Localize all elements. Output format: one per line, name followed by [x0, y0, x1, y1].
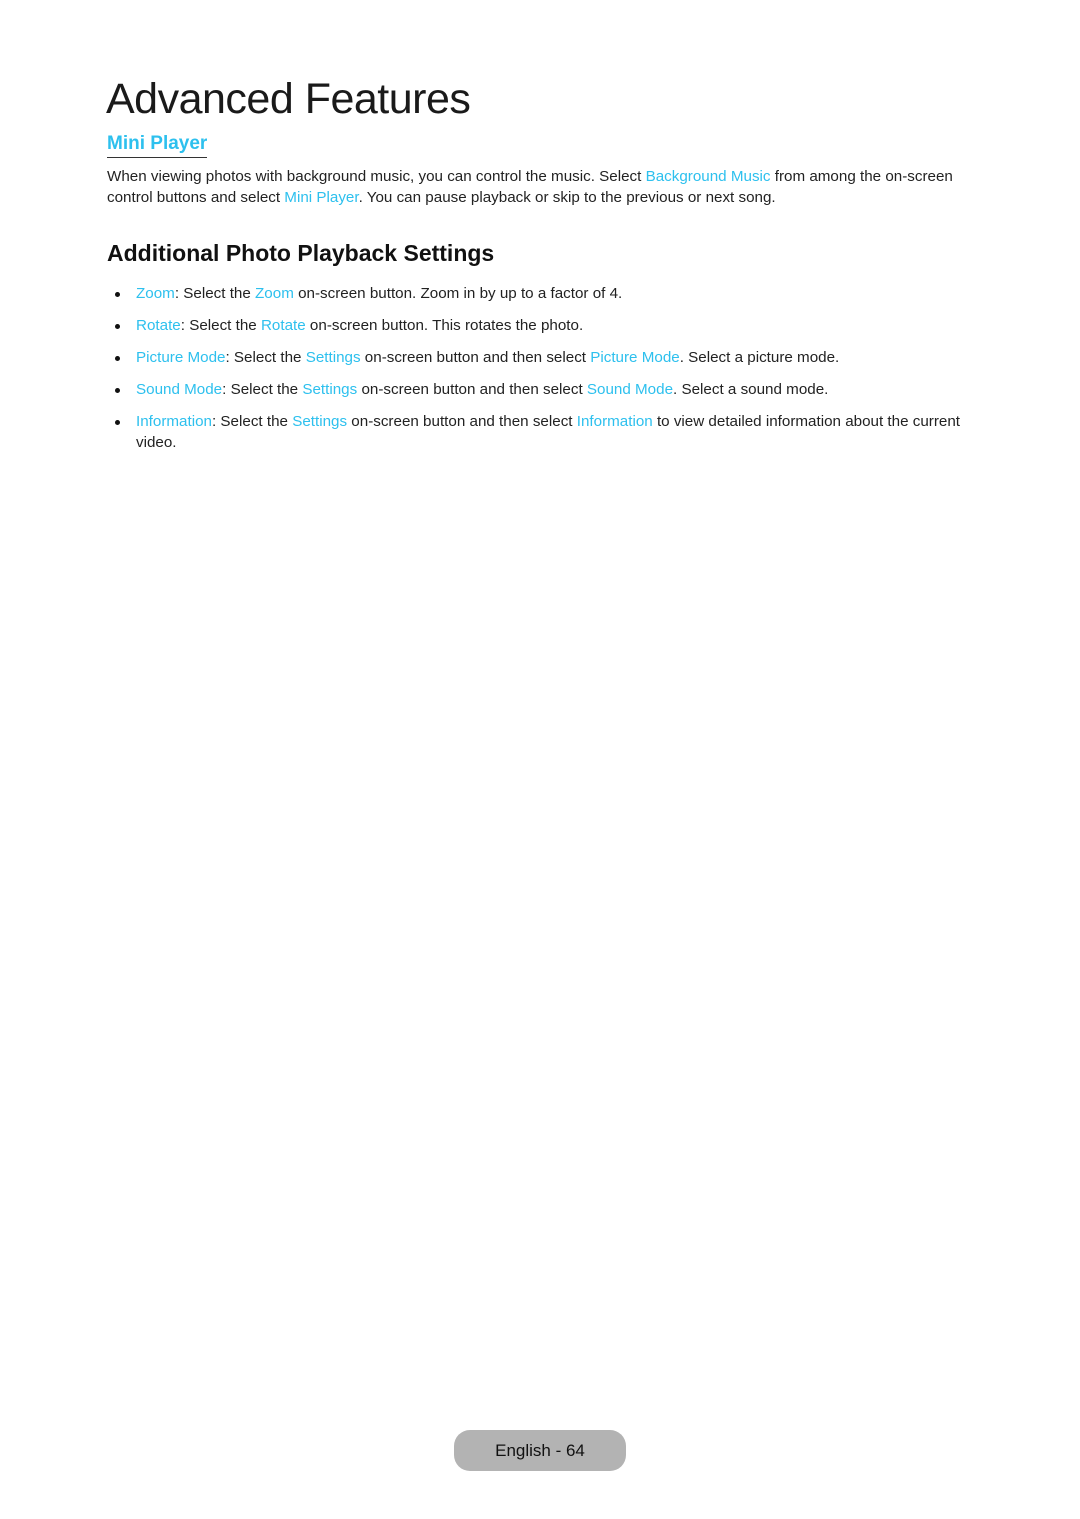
bullet-icon [115, 292, 120, 297]
highlighted-term: Settings [305, 349, 361, 366]
body-text: on-screen button. Zoom in by up to a fac… [293, 285, 623, 302]
additional-settings-heading: Additional Photo Playback Settings [107, 240, 495, 266]
highlighted-term: Settings [302, 381, 358, 398]
body-text: : Select the [180, 317, 261, 334]
body-text: : Select the [211, 413, 293, 430]
body-text: on-screen button. This rotates the photo… [305, 317, 584, 334]
body-text: When viewing photos with background musi… [107, 168, 646, 185]
bullet-icon [115, 420, 120, 425]
highlighted-term: Mini Player [284, 188, 359, 206]
body-text: . You can pause playback or skip to the … [358, 188, 776, 206]
bullet-item-information: Information: Select the Settings on-scre… [107, 412, 987, 453]
bullet-icon [115, 324, 120, 329]
body-text: : Select the [174, 285, 256, 302]
highlighted-term: Information [576, 413, 653, 430]
bullet-text: Sound Mode: Select the Settings on-scree… [136, 381, 828, 398]
highlighted-term: Rotate [260, 317, 306, 334]
bullet-text: Information: Select the Settings on-scre… [136, 413, 960, 451]
bullet-icon [115, 356, 120, 361]
body-text: on-screen button and then select [357, 381, 587, 398]
page-number-badge: English - 64 [454, 1430, 626, 1471]
highlighted-term: Picture Mode [590, 349, 680, 366]
highlighted-term: Rotate [136, 317, 181, 334]
highlighted-term: Sound Mode [586, 381, 674, 398]
bullet-item-sound-mode: Sound Mode: Select the Settings on-scree… [107, 380, 987, 401]
page-number-label: English - 64 [495, 1440, 585, 1460]
mini-player-heading: Mini Player [107, 132, 208, 158]
highlighted-term: Zoom [255, 285, 294, 302]
body-text: : Select the [225, 349, 306, 366]
highlighted-term: Background Music [645, 168, 771, 185]
mini-player-paragraph: When viewing photos with background musi… [107, 167, 987, 208]
bullet-text: Picture Mode: Select the Settings on-scr… [136, 349, 839, 366]
bullet-text: Zoom: Select the Zoom on-screen button. … [136, 285, 622, 302]
body-text: on-screen button and then select [360, 349, 591, 366]
highlighted-term: Picture Mode [136, 349, 226, 366]
highlighted-term: Settings [292, 413, 348, 430]
page-title: Advanced Features [106, 75, 471, 123]
body-text: . Select a sound mode. [673, 381, 829, 398]
body-text: on-screen button and then select [347, 413, 577, 430]
body-text: . Select a picture mode. [679, 349, 840, 366]
highlighted-term: Information [136, 413, 212, 430]
body-text: : Select the [222, 381, 303, 398]
bullet-item-zoom: Zoom: Select the Zoom on-screen button. … [107, 284, 987, 305]
bullet-text: Rotate: Select the Rotate on-screen butt… [136, 317, 583, 334]
settings-bullet-list: Zoom: Select the Zoom on-screen button. … [107, 284, 987, 465]
bullet-icon [115, 388, 120, 393]
highlighted-term: Sound Mode [136, 381, 223, 398]
highlighted-term: Zoom [136, 285, 175, 302]
bullet-item-rotate: Rotate: Select the Rotate on-screen butt… [107, 316, 987, 337]
bullet-item-picture-mode: Picture Mode: Select the Settings on-scr… [107, 348, 987, 369]
